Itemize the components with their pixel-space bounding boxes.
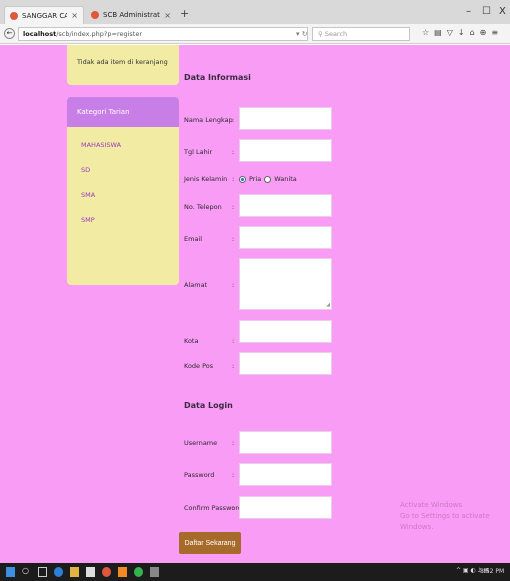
- search-box[interactable]: ⚲ Search: [312, 27, 410, 41]
- label-kode-pos: Kode Pos: [184, 362, 214, 370]
- colon: :: [232, 116, 235, 124]
- colon: :: [232, 337, 235, 345]
- kota-input[interactable]: [239, 320, 332, 343]
- download-icon[interactable]: ↓: [458, 28, 465, 37]
- colon: :: [232, 504, 235, 512]
- tab-sanggar[interactable]: SANGGAR CANGGET BUD... ×: [4, 6, 84, 24]
- tab-title: SCB Administrator: [103, 11, 160, 19]
- radio-wanita[interactable]: [264, 175, 272, 183]
- radio-pria-label: Pria: [249, 175, 262, 183]
- colon: :: [232, 471, 235, 479]
- minimize-button[interactable]: –: [466, 6, 471, 17]
- site-favicon-icon: [10, 11, 18, 20]
- edge-icon[interactable]: [54, 567, 63, 577]
- data-login-heading: Data Login: [184, 401, 233, 410]
- label-username: Username: [184, 439, 218, 447]
- xampp-icon[interactable]: [118, 567, 127, 577]
- watermark-line-1: Activate Windows: [400, 501, 463, 509]
- url-path: /scb/index.php?p=register: [56, 30, 143, 38]
- kode-pos-input[interactable]: [239, 352, 332, 375]
- close-tab-icon[interactable]: ×: [71, 11, 78, 20]
- site-favicon-icon: [91, 11, 99, 19]
- browser-tab-bar: SANGGAR CANGGET BUD... × SCB Administrat…: [0, 0, 510, 24]
- new-tab-button[interactable]: +: [180, 7, 189, 20]
- address-bar[interactable]: localhost/scb/index.php?p=register: [18, 27, 308, 41]
- search-icon[interactable]: ○: [22, 566, 31, 576]
- data-informasi-heading: Data Informasi: [184, 73, 251, 82]
- maximize-button[interactable]: ☐: [482, 6, 491, 17]
- store-icon[interactable]: [86, 567, 95, 577]
- tgl-lahir-input[interactable]: [239, 139, 332, 162]
- url-host: localhost: [23, 30, 57, 38]
- search-icon: ⚲: [318, 30, 325, 38]
- gender-radio-group: Pria Wanita: [239, 175, 297, 183]
- task-view-icon[interactable]: [38, 567, 47, 577]
- password-input[interactable]: [239, 463, 332, 486]
- file-explorer-icon[interactable]: [70, 567, 79, 577]
- colon: :: [232, 203, 235, 211]
- label-kota: Kota: [184, 337, 199, 345]
- tab-admin[interactable]: SCB Administrator ×: [86, 6, 176, 24]
- nama-lengkap-input[interactable]: [239, 107, 332, 130]
- colon: :: [232, 439, 235, 447]
- cart-panel: Tidak ada item di keranjang: [67, 45, 179, 85]
- category-link-sd[interactable]: SD: [67, 158, 179, 183]
- alamat-textarea[interactable]: ◢: [239, 258, 332, 310]
- toolbar-icons: ☆ ▤ ▽ ↓ ⌂ ⊕ ≡: [422, 28, 498, 37]
- cart-empty-text: Tidak ada item di keranjang: [77, 58, 168, 66]
- confirm-password-input[interactable]: [239, 496, 332, 519]
- label-no-telepon: No. Telepon: [184, 203, 222, 211]
- label-tgl-lahir: Tgl Lahir: [184, 148, 213, 156]
- label-jenis-kelamin: Jenis Kelamin: [184, 175, 228, 183]
- username-input[interactable]: [239, 431, 332, 454]
- no-telepon-input[interactable]: [239, 194, 332, 217]
- sync-icon[interactable]: ⊕: [480, 28, 487, 37]
- reload-icon[interactable]: ▾ ↻: [296, 30, 308, 38]
- app-icon[interactable]: [150, 567, 159, 577]
- clock-time[interactable]: 8:52 PM: [480, 568, 504, 575]
- email-input[interactable]: [239, 226, 332, 249]
- resize-grip-icon[interactable]: ◢: [326, 302, 330, 308]
- daftar-sekarang-button[interactable]: Daftar Sekarang: [179, 532, 241, 554]
- label-password: Password: [184, 471, 215, 479]
- back-arrow-icon[interactable]: ←: [4, 28, 15, 39]
- colon: :: [232, 175, 235, 183]
- chrome-icon[interactable]: [134, 567, 143, 577]
- label-alamat: Alamat: [184, 281, 208, 289]
- menu-icon[interactable]: ≡: [491, 28, 498, 37]
- pocket-icon[interactable]: ▽: [447, 28, 453, 37]
- category-panel: Kategori Tarian MAHASISWA SD SMA SMP: [67, 97, 179, 285]
- close-tab-icon[interactable]: ×: [164, 11, 171, 20]
- activate-windows-watermark: Activate Windows Go to Settings to activ…: [400, 500, 510, 533]
- home-icon[interactable]: ⌂: [470, 28, 475, 37]
- colon: :: [232, 281, 235, 289]
- windows-taskbar: ○ ^ ▣ ◐ ♪ ▤ 8:52 PM: [0, 563, 510, 581]
- category-link-sma[interactable]: SMA: [67, 183, 179, 208]
- start-windows-icon[interactable]: [6, 567, 15, 577]
- bookmark-star-icon[interactable]: ☆: [422, 28, 429, 37]
- navigation-toolbar: ← localhost/scb/index.php?p=register ▾ ↻…: [0, 24, 510, 44]
- category-link-mahasiswa[interactable]: MAHASISWA: [67, 133, 179, 158]
- watermark-line-2: Go to Settings to activate Windows.: [400, 512, 490, 531]
- search-placeholder: Search: [324, 30, 348, 38]
- page-content: Tidak ada item di keranjang Kategori Tar…: [0, 45, 510, 563]
- close-window-button[interactable]: X: [499, 6, 506, 17]
- radio-wanita-label: Wanita: [274, 175, 297, 183]
- colon: :: [232, 235, 235, 243]
- label-nama-lengkap: Nama Lengkap: [184, 116, 233, 124]
- category-title: Kategori Tarian: [67, 97, 179, 127]
- clipboard-icon[interactable]: ▤: [434, 28, 442, 37]
- colon: :: [232, 148, 235, 156]
- firefox-icon[interactable]: [102, 567, 111, 577]
- tab-title: SANGGAR CANGGET BUD...: [22, 11, 68, 20]
- category-link-smp[interactable]: SMP: [67, 208, 179, 233]
- radio-pria[interactable]: [239, 175, 246, 183]
- colon: :: [232, 362, 235, 370]
- label-email: Email: [184, 235, 203, 243]
